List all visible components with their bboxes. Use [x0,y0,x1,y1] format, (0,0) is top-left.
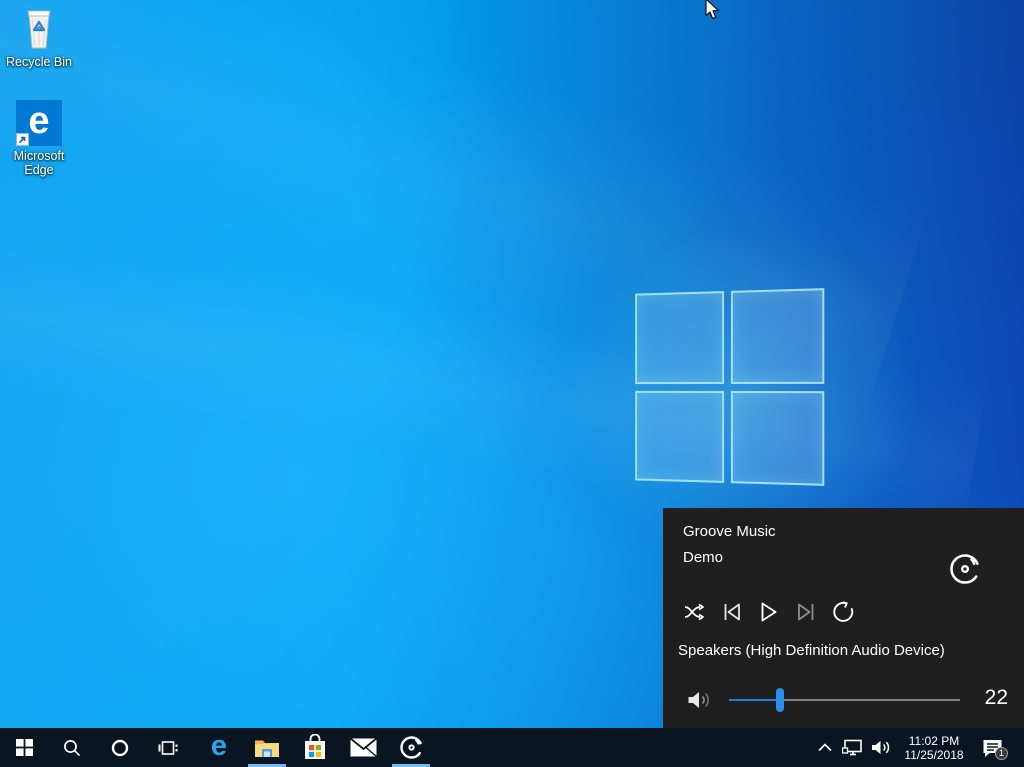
groove-music-icon [398,734,425,761]
groove-music-logo-icon [946,550,984,588]
next-track-button[interactable] [794,600,818,624]
volume-slider-handle[interactable] [776,688,784,712]
repeat-button[interactable] [831,600,855,624]
microsoft-store-icon [303,734,327,761]
edge-icon: e [16,100,62,146]
notification-badge: 1 [995,747,1008,760]
taskbar-edge-button[interactable]: e [195,728,243,767]
show-hidden-icons-button[interactable] [812,728,838,767]
volume-track[interactable] [729,699,960,701]
search-button[interactable] [48,728,96,767]
task-view-button[interactable] [144,728,192,767]
system-tray: 11:02 PM 11/25/2018 1 [812,728,1024,767]
windows-logo-pane [730,288,824,383]
recycle-bin-icon [16,6,62,52]
taskbar-groove-music-button[interactable] [387,728,435,767]
start-button[interactable] [0,728,48,767]
speaker-icon [871,739,892,756]
taskbar-file-explorer-button[interactable] [243,728,291,767]
volume-tray-button[interactable] [866,728,896,767]
windows-logo-pane [730,391,824,486]
cortana-icon [111,739,129,757]
taskbar: e [0,728,1024,767]
shortcut-arrow-icon [16,133,29,146]
playback-controls [683,600,868,624]
volume-fill [729,699,780,701]
flyout-app-name: Groove Music [683,523,776,540]
desktop-icon-label: Recycle Bin [6,55,72,69]
mail-icon [350,738,377,757]
desktop-icon-microsoft-edge[interactable]: e Microsoft Edge [3,100,75,177]
chevron-up-icon [818,743,832,752]
play-button[interactable] [757,600,781,624]
desktop-icon-label: Microsoft Edge [3,149,75,177]
flyout-track-title: Demo [683,549,723,566]
windows-start-icon [16,739,33,756]
network-tray-button[interactable] [838,728,866,767]
windows-logo [635,288,824,486]
clock-date: 11/25/2018 [904,748,963,762]
audio-device-label: Speakers (High Definition Audio Device) [678,642,945,659]
task-view-icon [158,739,178,757]
previous-track-button[interactable] [720,600,744,624]
taskbar-store-button[interactable] [291,728,339,767]
taskbar-clock[interactable]: 11:02 PM 11/25/2018 [896,728,972,767]
speaker-icon[interactable] [686,687,712,713]
action-center-button[interactable]: 1 [972,728,1014,767]
desktop-icon-recycle-bin[interactable]: Recycle Bin [3,6,75,69]
shuffle-button[interactable] [683,600,707,624]
media-volume-flyout: Groove Music Demo [663,508,1024,728]
windows-desktop: Recycle Bin e Microsoft Edge Groove Musi… [0,0,1024,767]
taskbar-mail-button[interactable] [339,728,387,767]
search-icon [63,739,81,757]
clock-time: 11:02 PM [904,734,963,748]
network-icon [842,739,862,756]
volume-row: 22 [663,680,1024,720]
file-explorer-icon [254,737,280,758]
windows-logo-pane [635,291,723,383]
cortana-button[interactable] [96,728,144,767]
windows-logo-pane [635,390,723,482]
edge-icon: e [211,732,227,761]
volume-value: 22 [968,686,1008,710]
